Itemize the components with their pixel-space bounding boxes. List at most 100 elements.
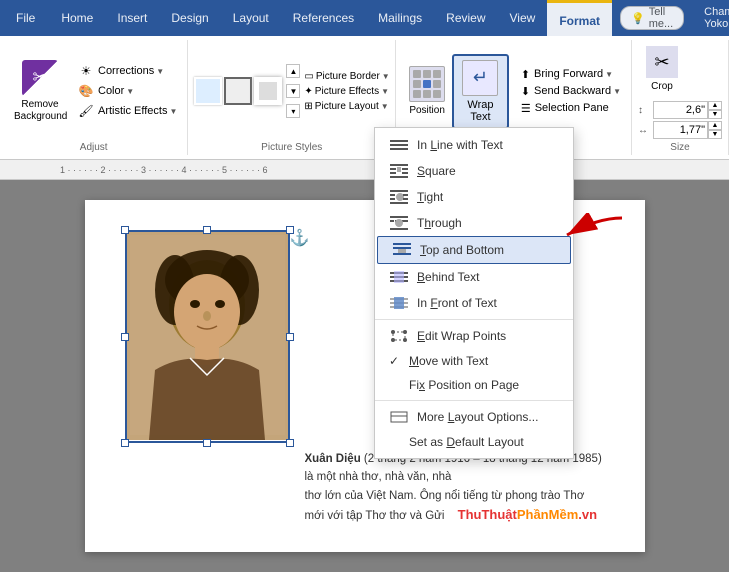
height-icon: ↔ — [638, 125, 650, 136]
bring-forward-arrow: ▼ — [605, 70, 613, 79]
menu-item-tight[interactable]: Tight — [375, 184, 573, 210]
height-input[interactable] — [653, 121, 708, 139]
tab-view[interactable]: View — [498, 0, 548, 36]
style-up-button[interactable]: ▲ — [286, 64, 300, 78]
menu-item-morelayout[interactable]: More Layout Options... — [375, 404, 573, 430]
style-thumb-3[interactable] — [254, 77, 282, 105]
handle-tl[interactable] — [121, 226, 129, 234]
bring-forward-button[interactable]: ⬆ Bring Forward ▼ — [517, 66, 625, 83]
style-thumb-2[interactable] — [224, 77, 252, 105]
corrections-button[interactable]: ☀ Corrections ▼ — [74, 61, 181, 81]
tab-layout[interactable]: Layout — [221, 0, 281, 36]
tight-wrap-icon — [389, 189, 409, 205]
tell-me-label: Tell me... — [649, 6, 673, 30]
selection-pane-label: Selection Pane — [535, 102, 609, 114]
image-container[interactable]: ⚓ — [125, 230, 290, 443]
user-name[interactable]: Cham Yoko — [692, 0, 729, 36]
picture-border-button[interactable]: ▭ Picture Border ▼ — [300, 69, 393, 84]
size-label: Size — [638, 140, 722, 153]
handle-br[interactable] — [286, 439, 294, 447]
through-label: Through — [417, 216, 462, 230]
style-more-button[interactable]: ▾ — [286, 104, 300, 118]
width-down[interactable]: ▼ — [708, 110, 722, 119]
artistic-icon: 🖌 — [78, 103, 94, 119]
topbottom-wrap-icon — [392, 242, 412, 258]
handle-tc[interactable] — [203, 226, 211, 234]
movewith-check: ✓ — [389, 354, 401, 368]
bring-forward-label: Bring Forward — [534, 68, 603, 80]
width-row: ↕ ▲ ▼ — [638, 101, 722, 119]
menu-item-movewith[interactable]: ✓ Move with Text — [375, 349, 573, 373]
width-input[interactable] — [653, 101, 708, 119]
picture-effects-button[interactable]: ✦ Picture Effects ▼ — [300, 84, 393, 99]
handle-bl[interactable] — [121, 439, 129, 447]
picture-layout-button[interactable]: ⊞ Picture Layout ▼ — [300, 99, 393, 114]
picture-effects-icon: ✦ — [304, 86, 312, 97]
menu-item-fixpos[interactable]: ✓ Fix Position on Page — [375, 373, 573, 397]
height-down[interactable]: ▼ — [708, 130, 722, 139]
behind-wrap-icon — [389, 269, 409, 285]
color-label: Color — [98, 85, 124, 97]
style-scroll-buttons: ▲ ▼ ▾ — [286, 61, 300, 121]
picture-styles-label: Picture Styles — [194, 140, 389, 153]
ribbon-body: ✂ Remove Background ☀ Corrections ▼ 🎨 Co… — [0, 36, 729, 160]
remove-bg-icon: ✂ — [22, 60, 58, 96]
picture-layout-label: Picture Layout — [315, 101, 379, 112]
position-button[interactable]: Position — [402, 62, 452, 120]
ruler: 1 · · · · · · 2 · · · · · · 3 · · · · · … — [0, 160, 729, 180]
red-arrow — [547, 213, 627, 246]
crop-button[interactable]: ✂ Crop — [638, 42, 686, 96]
artistic-effects-button[interactable]: 🖌 Artistic Effects ▼ — [74, 101, 181, 121]
inline-wrap-icon — [389, 137, 409, 153]
picture-style-options: ▭ Picture Border ▼ ✦ Picture Effects ▼ ⊞… — [300, 69, 393, 114]
menu-divider-1 — [375, 319, 573, 320]
portrait-image — [125, 230, 290, 440]
menu-item-inline[interactable]: In Line with Text — [375, 132, 573, 158]
forward-backward-group: ⬆ Bring Forward ▼ ⬇ Send Backward ▼ ☰ Se… — [517, 66, 625, 117]
watermark-mem: Mềm — [549, 507, 579, 522]
wrap-text-button[interactable]: ↵ WrapText — [452, 54, 509, 129]
tab-references[interactable]: References — [281, 0, 366, 36]
tell-me-input[interactable]: 💡Tell me... — [620, 6, 684, 30]
tight-label: Tight — [417, 190, 443, 204]
menu-item-topbottom[interactable]: Top and Bottom — [377, 236, 571, 264]
border-arrow: ▼ — [382, 72, 390, 81]
color-button[interactable]: 🎨 Color ▼ — [74, 81, 181, 101]
menu-item-square[interactable]: Square — [375, 158, 573, 184]
style-down-button[interactable]: ▼ — [286, 84, 300, 98]
menu-item-through[interactable]: Through — [375, 210, 573, 236]
menu-item-infront[interactable]: In Front of Text — [375, 290, 573, 316]
handle-rc[interactable] — [286, 333, 294, 341]
editwrap-icon — [389, 328, 409, 344]
tab-home[interactable]: Home — [49, 0, 105, 36]
selection-pane-icon: ☰ — [521, 102, 531, 115]
tab-design[interactable]: Design — [159, 0, 220, 36]
send-backward-button[interactable]: ⬇ Send Backward ▼ — [517, 83, 625, 100]
height-up[interactable]: ▲ — [708, 121, 722, 130]
handle-bc[interactable] — [203, 439, 211, 447]
crop-label: Crop — [651, 81, 673, 92]
tab-insert[interactable]: Insert — [105, 0, 159, 36]
menu-item-behind[interactable]: Behind Text — [375, 264, 573, 290]
handle-tr[interactable] — [286, 226, 294, 234]
style-thumb-1[interactable] — [194, 77, 222, 105]
menu-item-editwrap[interactable]: Edit Wrap Points — [375, 323, 573, 349]
handle-lc[interactable] — [121, 333, 129, 341]
picture-border-icon: ▭ — [304, 71, 313, 82]
selection-pane-button[interactable]: ☰ Selection Pane — [517, 100, 625, 117]
behind-label: Behind Text — [417, 270, 480, 284]
doc-line2: thơ lớn của Việt Nam. Ông nổi tiếng từ p… — [305, 487, 605, 526]
adjust-buttons: ☀ Corrections ▼ 🎨 Color ▼ 🖌 Artistic Eff… — [74, 61, 181, 121]
tab-mailings[interactable]: Mailings — [366, 0, 434, 36]
remove-background-button[interactable]: ✂ Remove Background — [6, 56, 74, 127]
tab-file[interactable]: File — [4, 0, 47, 36]
tab-review[interactable]: Review — [434, 0, 497, 36]
corrections-icon: ☀ — [78, 63, 94, 79]
picture-styles-content: ▲ ▼ ▾ ▭ Picture Border ▼ ✦ Picture Effec… — [194, 42, 389, 140]
watermark-phan: Phần — [517, 507, 549, 522]
watermark-dot: .vn — [578, 507, 597, 522]
send-backward-label: Send Backward — [534, 85, 611, 97]
menu-item-setdefault[interactable]: ✓ Set as Default Layout — [375, 430, 573, 454]
tab-format[interactable]: Format — [547, 0, 612, 36]
width-up[interactable]: ▲ — [708, 101, 722, 110]
